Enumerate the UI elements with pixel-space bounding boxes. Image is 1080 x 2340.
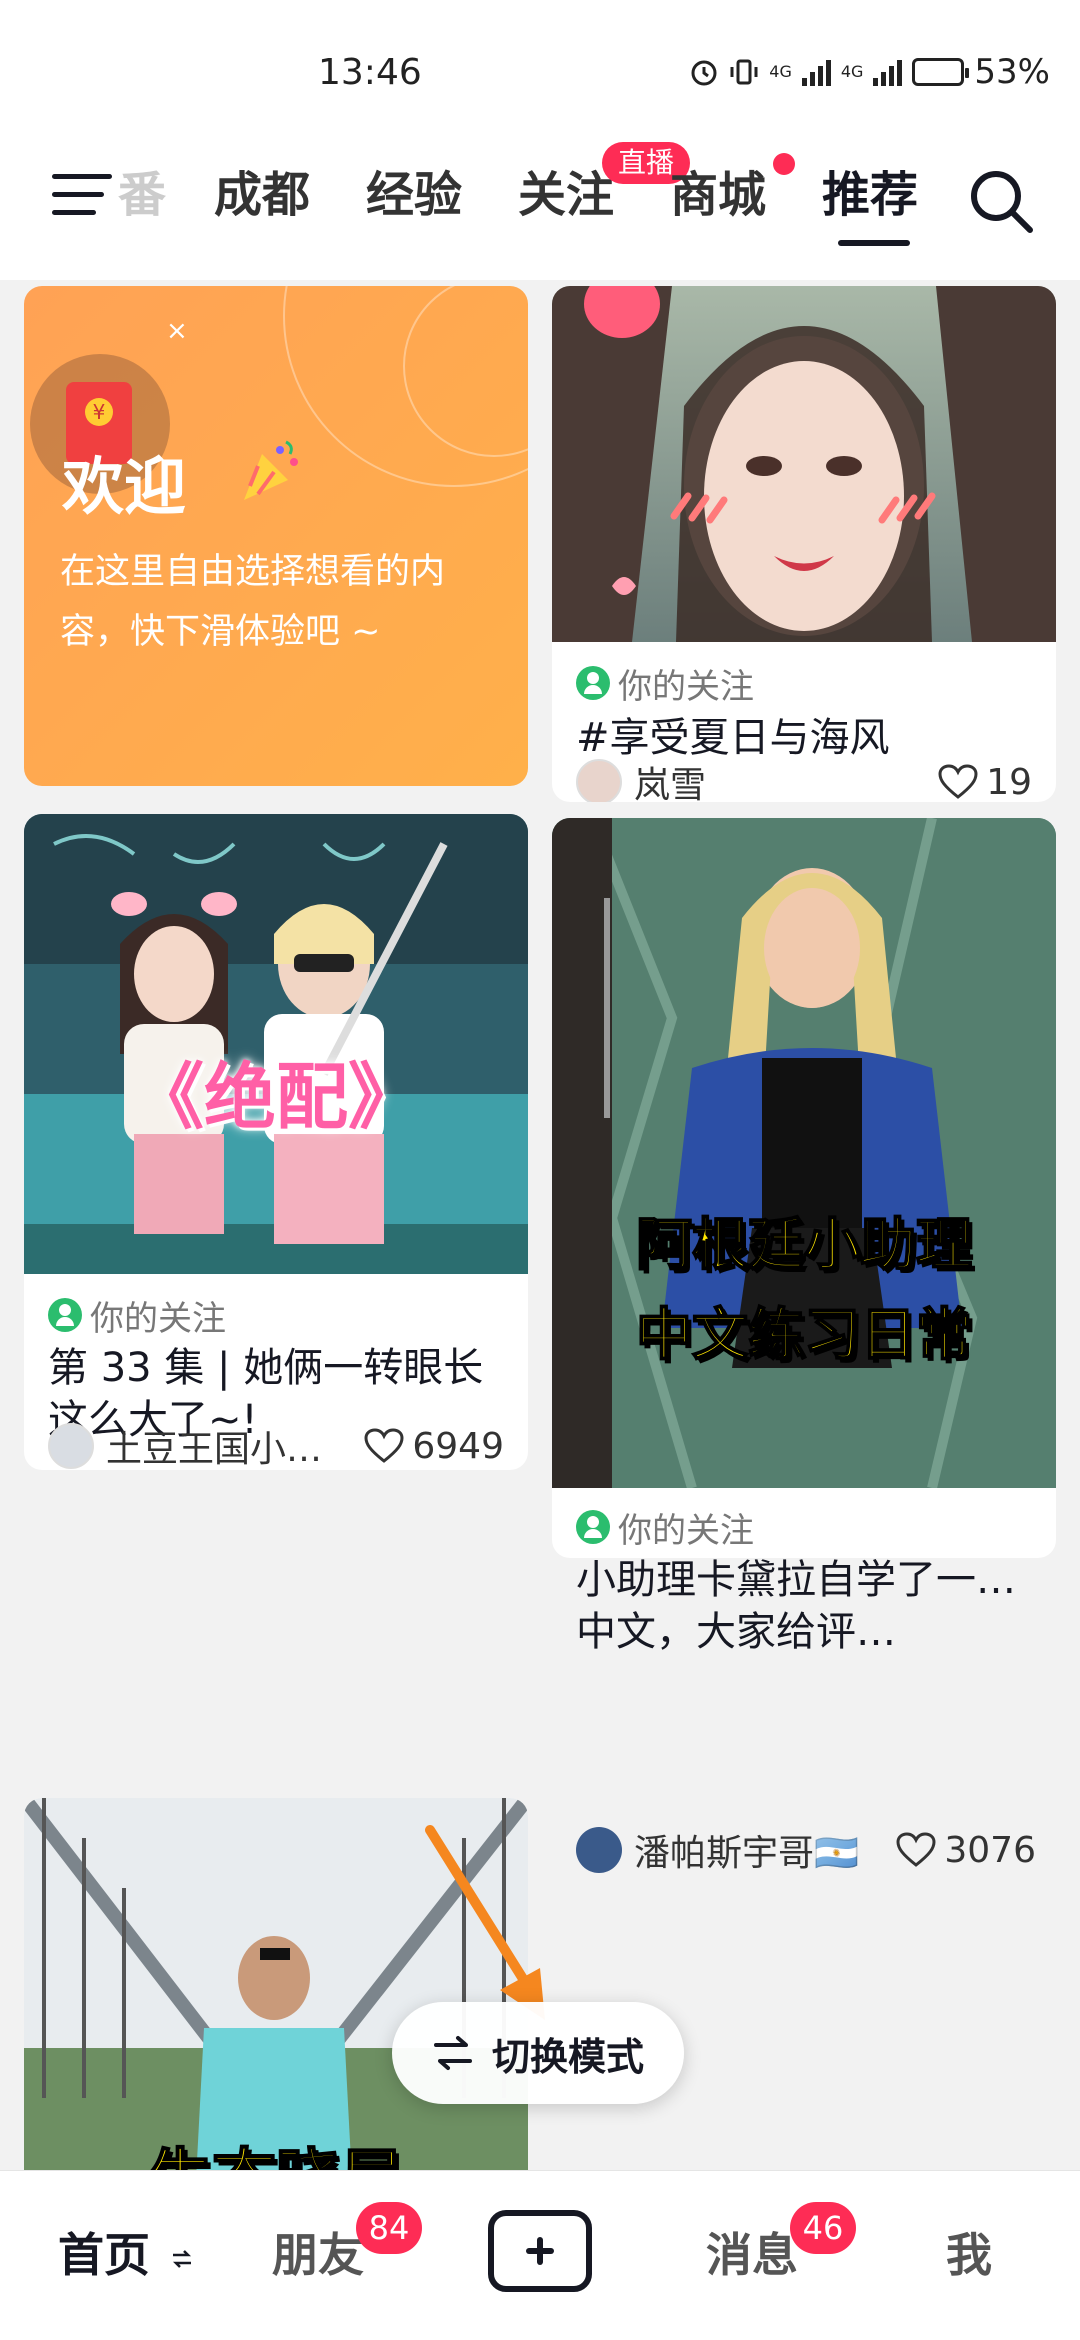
vibrate-icon [730, 59, 758, 85]
status-icons: 4G 4G 53% [689, 52, 1050, 92]
nav-messages[interactable]: 消息 [706, 2220, 798, 2290]
swap-arrows-icon [172, 2249, 192, 2268]
follow-icon [48, 1298, 82, 1332]
battery-icon [912, 58, 970, 86]
follow-indicator: 你的关注 [576, 658, 1032, 708]
nav-home[interactable]: 首页 [58, 2220, 194, 2290]
tab-partial[interactable]: 番 [118, 160, 166, 230]
active-tab-indicator [838, 240, 910, 246]
status-time: 13:46 [318, 52, 422, 93]
feed[interactable]: × 欢迎 在这里自由选择想看的内容，快下滑体验吧 ~ [0, 280, 1080, 2170]
friends-badge: 84 [356, 2202, 422, 2254]
tab-chengdu[interactable]: 成都 [214, 160, 310, 230]
nav-friends[interactable]: 朋友 [272, 2220, 364, 2290]
card-meta: 你的关注 [552, 1502, 1056, 1552]
likes-value: 19 [986, 761, 1032, 803]
heart-icon[interactable] [896, 1832, 936, 1868]
follow-icon [576, 666, 610, 700]
avatar[interactable] [576, 1827, 622, 1873]
party-popper-icon [244, 440, 298, 500]
cover-caption: 生态晓局 [24, 2128, 528, 2170]
follow-label: 你的关注 [618, 666, 754, 707]
heart-icon[interactable] [938, 764, 978, 800]
author-name[interactable]: 潘帕斯宇哥🇦🇷 [634, 1824, 896, 1876]
author-row: 岚雪 19 [576, 756, 1032, 802]
video-card[interactable]: 阿根廷小助理 中文练习日常 你的关注 [552, 818, 1056, 1558]
battery-percent: 53% [974, 52, 1050, 92]
video-thumbnail[interactable]: 《绝配》 [24, 814, 528, 1274]
card-meta: 你的关注 [552, 658, 1056, 708]
follow-label: 你的关注 [618, 1510, 754, 1551]
alarm-icon [691, 60, 717, 86]
author-row: 潘帕斯宇哥🇦🇷 3076 [576, 1824, 1036, 1876]
switch-mode-button[interactable]: 切换模式 [392, 2002, 684, 2104]
signal-icon [873, 58, 903, 86]
switch-mode-label: 切换模式 [491, 2034, 644, 2079]
search-icon[interactable] [966, 166, 1036, 236]
signal-icon [801, 58, 831, 86]
heart-icon[interactable] [364, 1428, 404, 1464]
like-count[interactable]: 6949 [364, 1426, 504, 1467]
cover-caption: 中文练习日常 [635, 1302, 973, 1369]
welcome-card[interactable]: × 欢迎 在这里自由选择想看的内容，快下滑体验吧 ~ [24, 286, 528, 786]
welcome-title: 欢迎 [62, 450, 187, 523]
like-count[interactable]: 3076 [896, 1830, 1036, 1871]
video-card[interactable]: 《绝配》 你的关注 第 33 集 | 她俩一转眼长这么大了~! 土豆王国小… 6… [24, 814, 528, 1470]
tab-mall[interactable]: 商城 [670, 160, 766, 230]
tab-following[interactable]: 关注 [518, 160, 614, 230]
follow-icon [576, 1510, 610, 1544]
messages-badge: 46 [790, 2202, 856, 2254]
card-title[interactable]: 小助理卡黛拉自学了一…中文，大家给评… [576, 1554, 1036, 1658]
mall-notification-dot [773, 153, 795, 175]
video-thumbnail[interactable] [552, 286, 1056, 642]
menu-icon[interactable] [52, 170, 112, 220]
tab-experience[interactable]: 经验 [366, 160, 462, 230]
cover-title: 《绝配》 [131, 1055, 420, 1139]
author-name[interactable]: 岚雪 [634, 756, 938, 802]
close-icon[interactable]: × [166, 316, 188, 346]
follow-label: 你的关注 [90, 1298, 226, 1339]
follow-indicator: 你的关注 [576, 1502, 1032, 1552]
follow-indicator: 你的关注 [48, 1290, 504, 1340]
likes-value: 6949 [412, 1425, 504, 1467]
video-card[interactable]: 你的关注 #享受夏日与海风 岚雪 19 [552, 286, 1056, 802]
card-meta: 你的关注 [24, 1290, 528, 1340]
avatar[interactable] [48, 1423, 94, 1469]
nav-me[interactable]: 我 [946, 2220, 992, 2290]
nav-home-label: 首页 [58, 2228, 150, 2282]
network-type-2: 4G [840, 62, 864, 81]
network-type-1: 4G [769, 62, 792, 81]
create-post-button[interactable] [488, 2210, 592, 2292]
avatar[interactable] [576, 759, 622, 802]
likes-value: 3076 [944, 1829, 1036, 1871]
cover-caption: 阿根廷小助理 [635, 1212, 973, 1279]
video-thumbnail[interactable]: 阿根廷小助理 中文练习日常 [552, 818, 1056, 1488]
tab-recommend[interactable]: 推荐 [822, 160, 918, 230]
author-row: 土豆王国小… 6949 [48, 1420, 504, 1470]
like-count[interactable]: 19 [938, 761, 1032, 803]
welcome-description: 在这里自由选择想看的内容，快下滑体验吧 ~ [60, 552, 446, 652]
status-bar: 13:46 4G 4G 53% [0, 0, 1080, 150]
swap-arrows-icon [433, 2036, 472, 2070]
author-name[interactable]: 土豆王国小… [106, 1420, 364, 1470]
